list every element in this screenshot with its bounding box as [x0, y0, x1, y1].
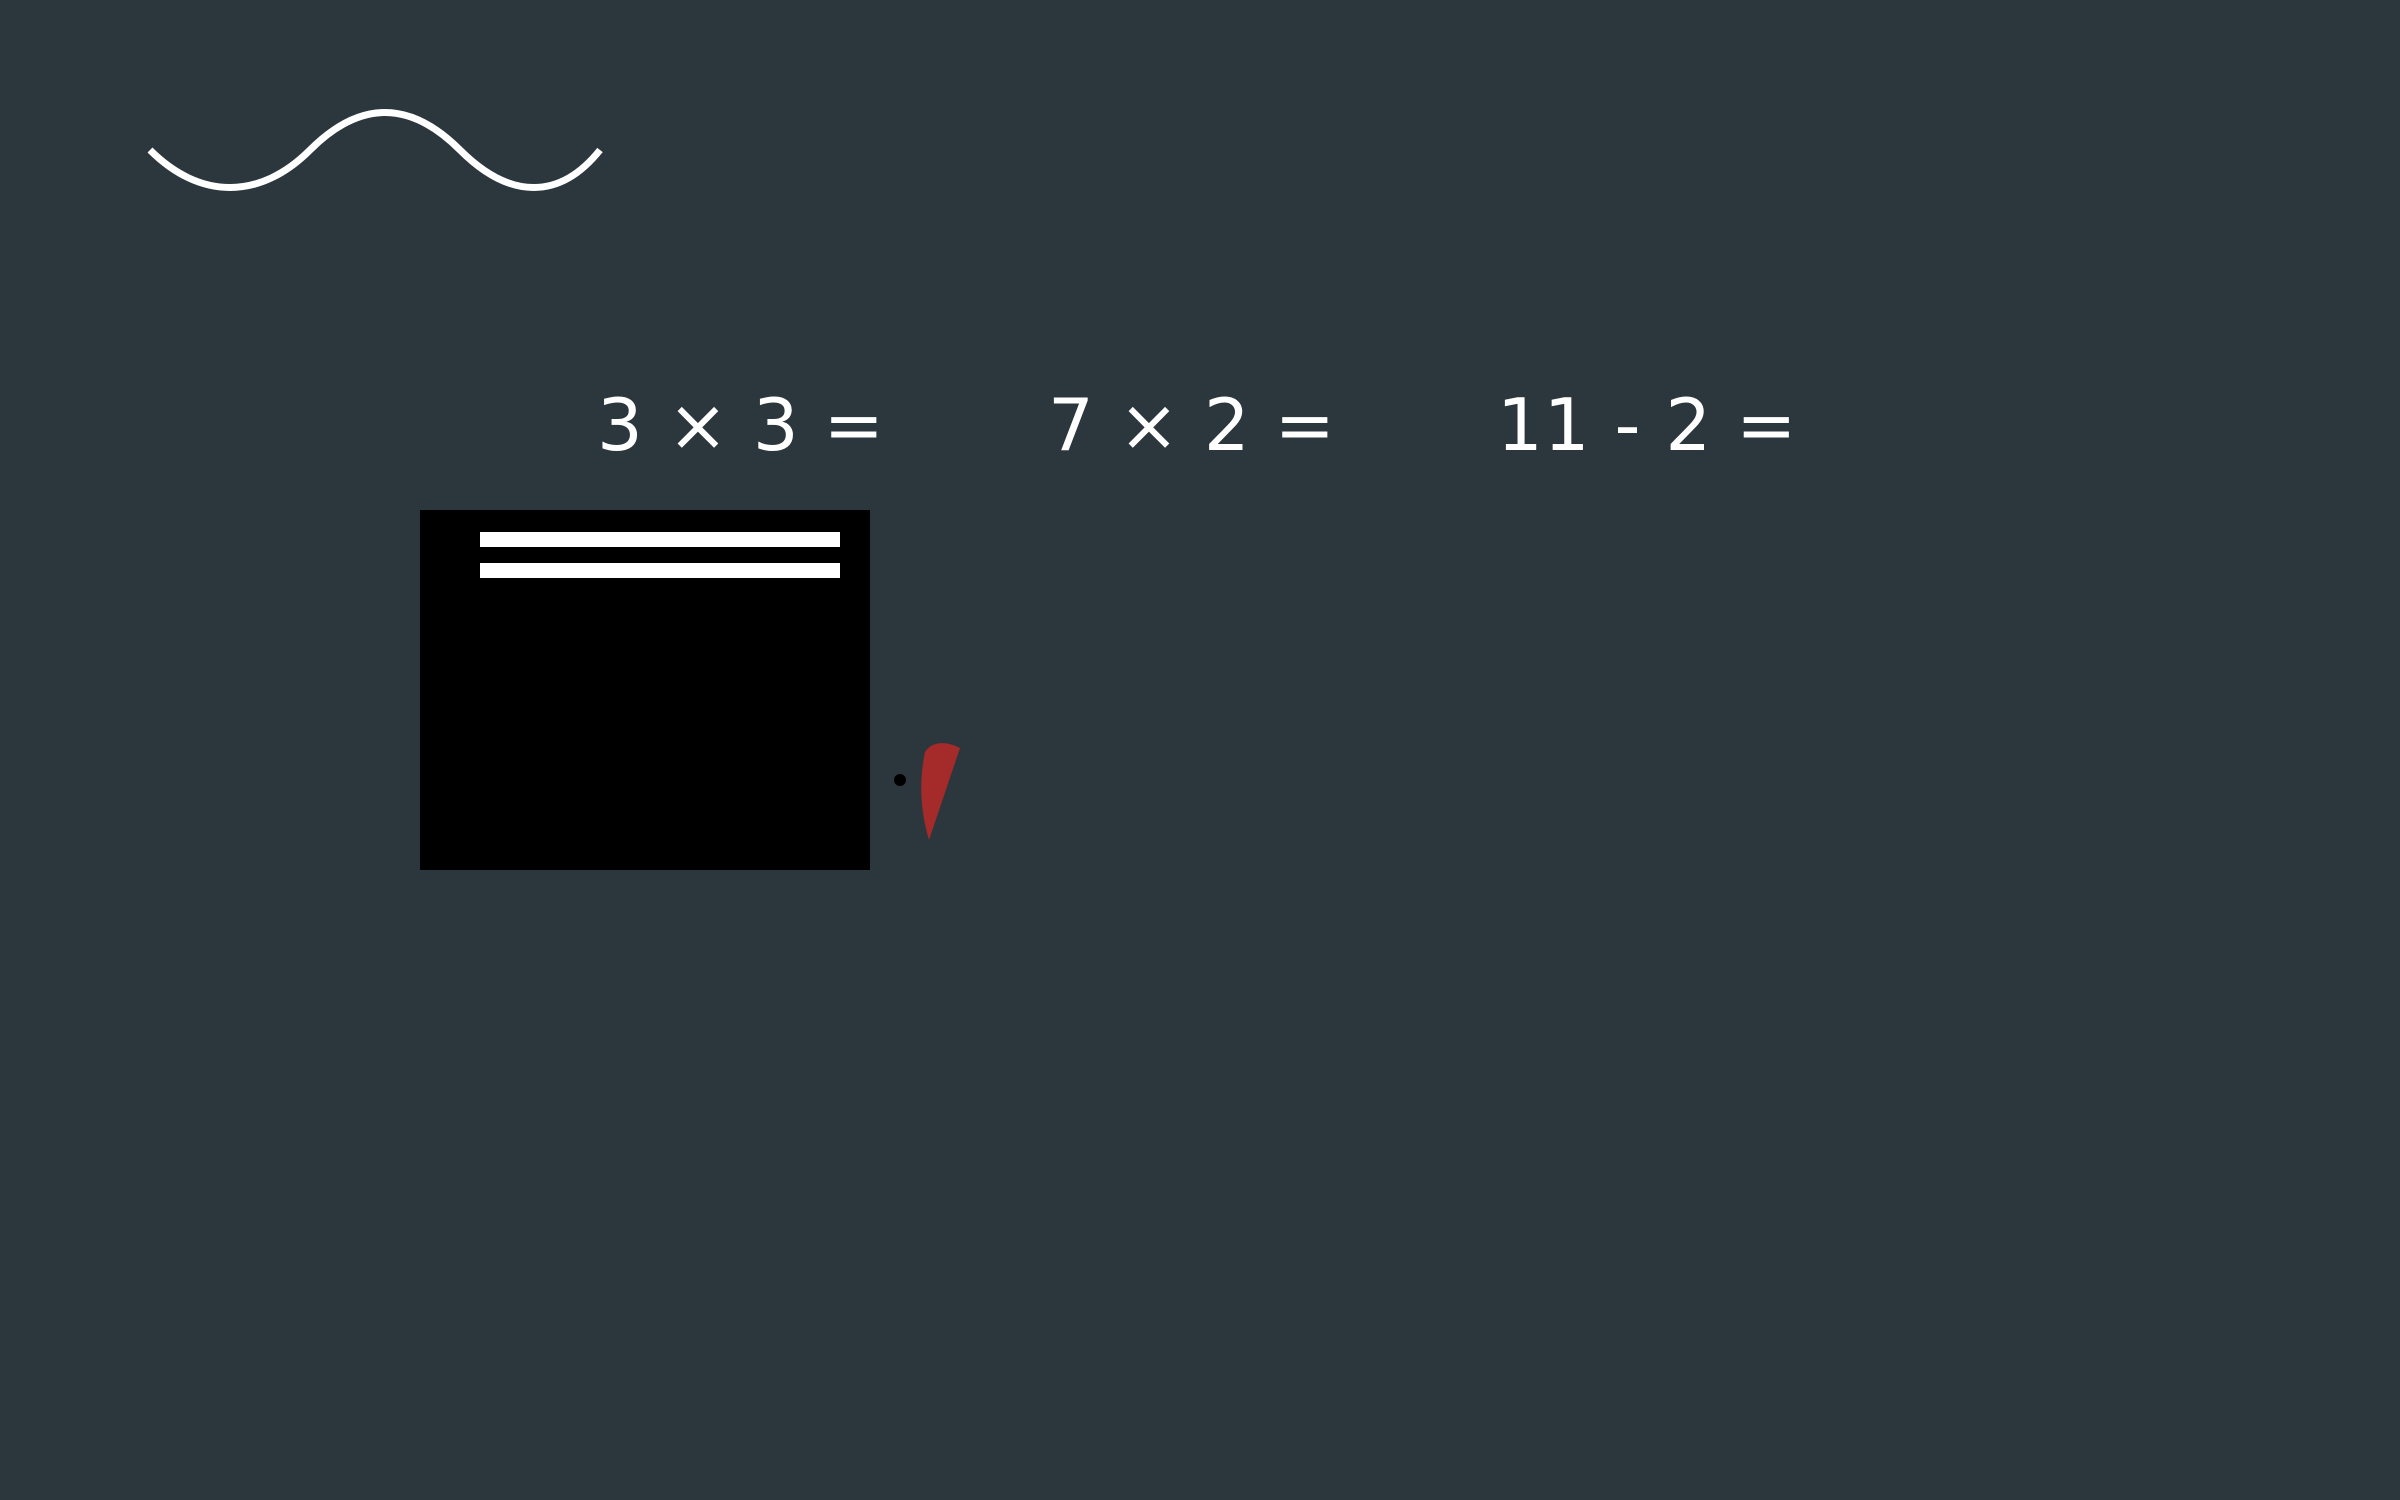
equation-1: 3 × 3 = [597, 383, 885, 467]
equation-2: 7 × 2 = [1048, 383, 1336, 467]
red-marker-tip-icon[interactable] [915, 740, 965, 840]
card-line-1 [480, 532, 840, 547]
canvas-stage: 3 × 3 = 7 × 2 = 11 - 2 = [0, 0, 2400, 1500]
equation-3: 11 - 2 = [1497, 383, 1798, 467]
answer-card[interactable] [420, 510, 870, 870]
card-line-2 [480, 563, 840, 578]
drag-handle-dot[interactable] [894, 774, 906, 786]
wave-squiggle-icon [147, 109, 603, 191]
